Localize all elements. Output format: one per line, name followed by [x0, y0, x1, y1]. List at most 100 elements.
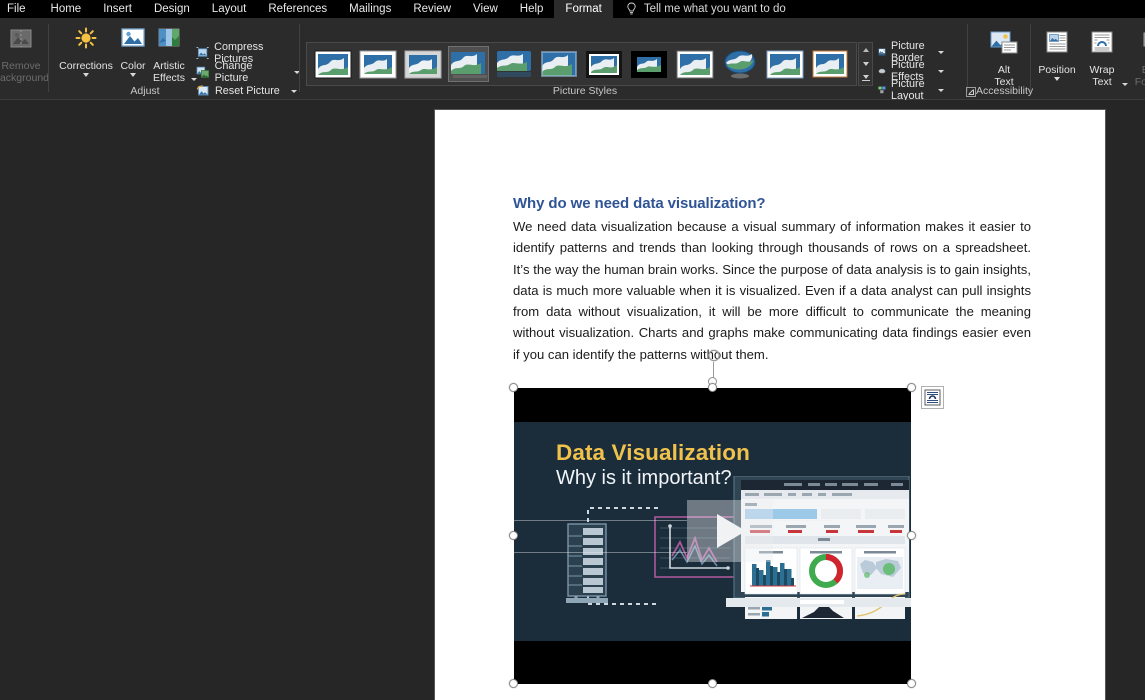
selection-handle-bottom-center[interactable]: [708, 679, 717, 688]
wrap-text-label: Wrap Text: [1089, 64, 1115, 88]
picture-styles-gallery[interactable]: [306, 42, 857, 86]
layout-options-icon: [924, 389, 941, 406]
picture-border-icon: [878, 48, 886, 56]
tab-layout[interactable]: Layout: [201, 0, 258, 18]
picture-style-soft-edge-oval[interactable]: [719, 46, 760, 82]
remove-background-icon: [8, 26, 34, 57]
chevron-down-icon[interactable]: [937, 50, 944, 54]
chevron-down-icon[interactable]: [290, 89, 297, 93]
layout-options-button[interactable]: [921, 386, 944, 409]
compress-pictures-icon: [196, 47, 209, 59]
tab-home[interactable]: Home: [40, 0, 93, 18]
selected-image-container[interactable]: Data Visualization Why is it important?: [509, 349, 944, 688]
bring-forward-icon: [1141, 30, 1145, 61]
chevron-down-icon[interactable]: [83, 73, 89, 77]
corrections-button[interactable]: Corrections: [54, 22, 118, 77]
color-label: Color: [120, 60, 146, 72]
tab-file[interactable]: File: [0, 0, 40, 18]
tab-review[interactable]: Review: [402, 0, 462, 18]
tab-insert[interactable]: Insert: [92, 0, 143, 18]
picture-style-rotated-white[interactable]: [810, 46, 851, 82]
ribbon-group-arrange: Position Wrap Text Bri: [1031, 18, 1145, 100]
tab-references[interactable]: References: [257, 0, 338, 18]
picture-style-simple-frame-black[interactable]: [674, 46, 715, 82]
position-icon: [1044, 30, 1070, 61]
change-picture-label: Change Picture: [214, 60, 253, 84]
chevron-down-icon[interactable]: [130, 73, 136, 77]
page-title: Why do we need data visualization?: [513, 195, 766, 212]
play-icon: [717, 514, 746, 548]
tell-me-label: Tell me what you want to do: [643, 3, 786, 15]
chevron-down-icon[interactable]: [937, 88, 944, 92]
selection-handle-bottom-left[interactable]: [509, 679, 518, 688]
picture-style-metal-frame[interactable]: [402, 46, 443, 82]
gallery-scrollbar[interactable]: [858, 42, 873, 86]
document-page[interactable]: Why do we need data visualization? We ne…: [435, 110, 1105, 700]
picture-style-double-frame-black[interactable]: [584, 46, 625, 82]
body-paragraph: We need data visualization because a vis…: [513, 219, 1031, 362]
bring-forward-button[interactable]: Bring Forward: [1127, 26, 1145, 88]
picture-style-soft-edge-rectangle[interactable]: [538, 46, 579, 82]
picture-effects-icon: [878, 68, 886, 74]
tab-mailings[interactable]: Mailings: [338, 0, 402, 18]
artistic-effects-icon: [155, 26, 183, 57]
selection-handle-top-right[interactable]: [907, 383, 916, 392]
position-button[interactable]: Position: [1031, 26, 1083, 81]
play-wing-right: [773, 520, 833, 521]
selection-handle-middle-right[interactable]: [907, 531, 916, 540]
video-subtitle: Why is it important?: [556, 467, 732, 489]
gallery-scroll-down-button[interactable]: [859, 57, 872, 71]
picture-style-center-shadow-rectangle[interactable]: [764, 46, 805, 82]
group-separator: [48, 24, 49, 92]
play-wing-left-lower: [514, 552, 687, 553]
rotate-handle-icon[interactable]: [707, 348, 722, 363]
video-thumbnail[interactable]: Data Visualization Why is it important?: [514, 388, 911, 684]
picture-layout-button[interactable]: Picture Layout: [878, 78, 944, 102]
picture-layout-icon: [878, 86, 886, 94]
selection-handle-middle-left[interactable]: [509, 531, 518, 540]
picture-style-thick-matte-black[interactable]: [629, 46, 670, 82]
gallery-more-button[interactable]: [859, 71, 872, 85]
tab-design[interactable]: Design: [143, 0, 201, 18]
ribbon-group-picture-styles: Picture Border Picture Effects Picture L…: [300, 18, 944, 102]
document-canvas[interactable]: Why do we need data visualization? We ne…: [0, 100, 1145, 700]
artistic-effects-button[interactable]: Artistic Effects: [146, 22, 197, 84]
picture-style-reflected-rounded-rectangle[interactable]: [493, 46, 534, 82]
chevron-down-icon[interactable]: [937, 69, 944, 73]
accessibility-dialog-launcher[interactable]: [966, 87, 976, 97]
tab-view[interactable]: View: [462, 0, 509, 18]
selection-handle-top-center[interactable]: [708, 383, 717, 392]
chevron-down-icon[interactable]: [1054, 77, 1060, 81]
selection-handle-top-left[interactable]: [509, 383, 518, 392]
ribbon-tab-bar: File Home Insert Design Layout Reference…: [0, 0, 1145, 18]
remove-background-label: Remove Background: [0, 60, 50, 84]
color-icon: [119, 26, 147, 57]
ribbon: Remove Background Corrections: [0, 18, 1145, 102]
server-rack-icon: [566, 507, 658, 605]
selection-handle-bottom-right[interactable]: [907, 679, 916, 688]
tell-me-search[interactable]: Tell me what you want to do: [613, 0, 786, 18]
picture-style-drop-shadow-rectangle[interactable]: [447, 46, 490, 82]
scroll-down-icon: [862, 62, 869, 66]
ribbon-group-adjust: Remove Background Corrections: [0, 18, 300, 100]
artistic-effects-label: Artistic Effects: [153, 60, 185, 84]
gallery-scroll-up-button[interactable]: [859, 43, 872, 57]
lightbulb-icon: [627, 2, 636, 15]
picture-style-beveled-matte-white[interactable]: [357, 46, 398, 82]
change-picture-button[interactable]: Change Picture: [196, 60, 300, 84]
group-label-picture-styles: Picture Styles: [552, 85, 618, 97]
play-button[interactable]: [514, 500, 833, 562]
remove-background-button[interactable]: Remove Background: [0, 22, 52, 84]
corrections-label: Corrections: [59, 60, 113, 72]
bring-forward-label: Bring Forward: [1134, 64, 1145, 88]
scroll-up-icon: [862, 48, 869, 52]
tab-format[interactable]: Format: [554, 0, 613, 18]
letterbox-bottom: [514, 641, 911, 684]
more-styles-icon: [861, 75, 870, 81]
alt-text-icon: [989, 30, 1019, 61]
wrap-text-button[interactable]: Wrap Text: [1079, 26, 1128, 88]
alt-text-button[interactable]: Alt Text: [973, 26, 1035, 88]
tab-help[interactable]: Help: [509, 0, 555, 18]
video-title: Data Visualization: [556, 440, 750, 465]
picture-style-simple-frame-white[interactable]: [312, 46, 353, 82]
